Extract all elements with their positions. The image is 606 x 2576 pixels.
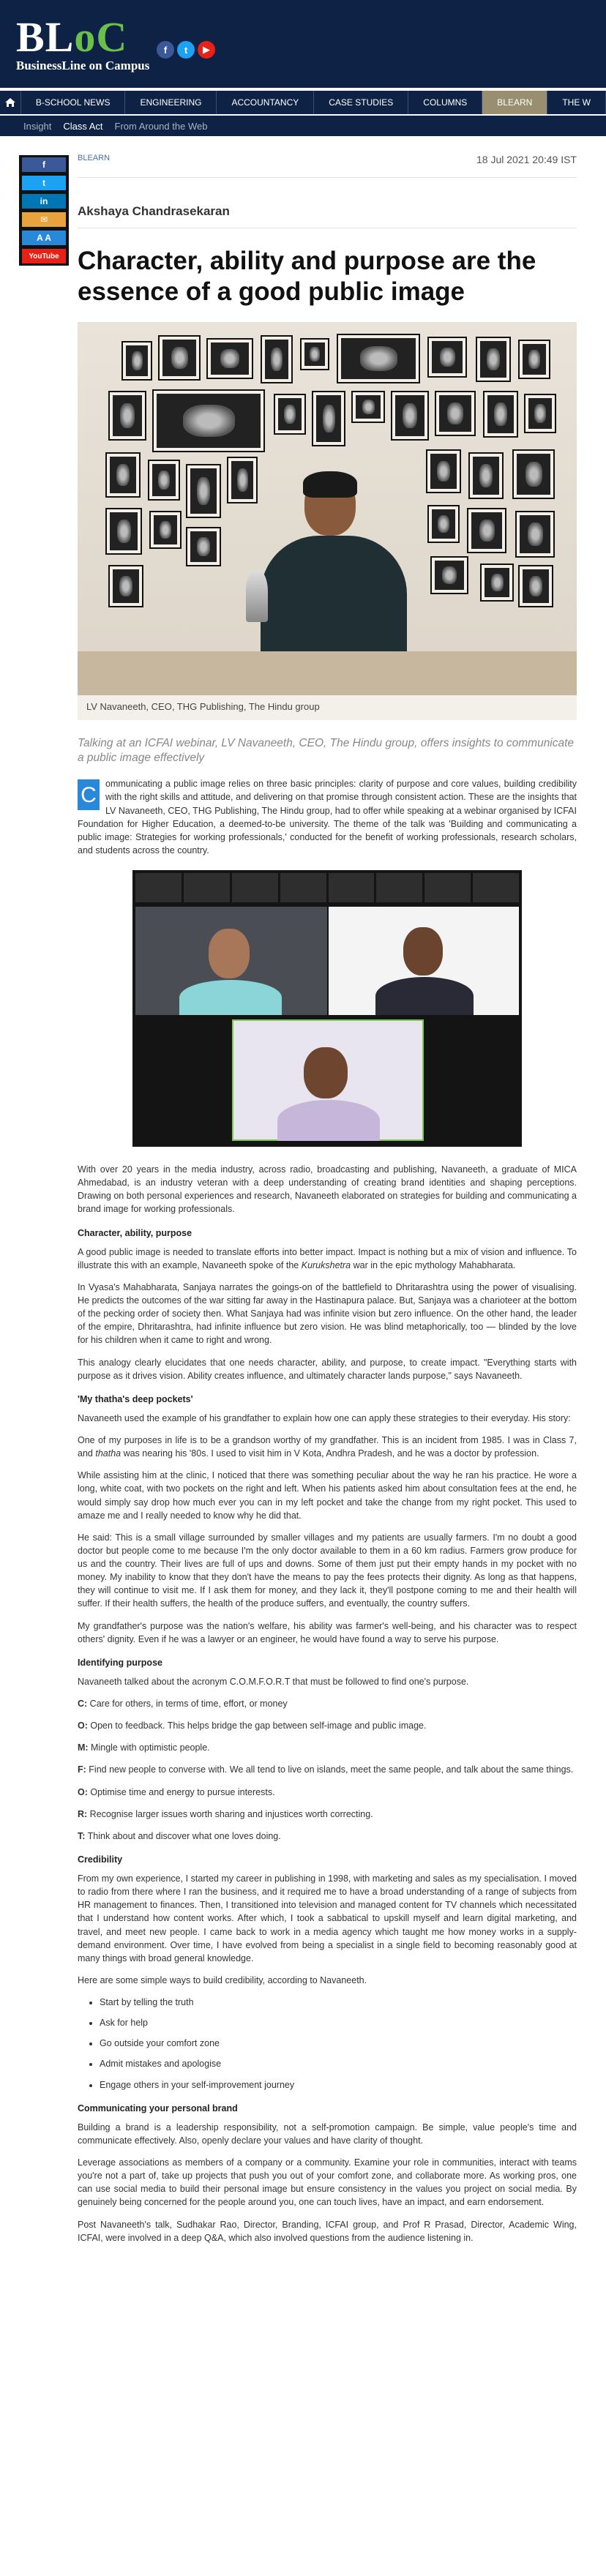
share-email-button[interactable]: ✉ <box>22 212 66 227</box>
nav-item-blearn[interactable]: BLEARN <box>482 91 548 114</box>
paragraph: Post Navaneeth's talk, Sudhakar Rao, Dir… <box>78 2219 577 2243</box>
paragraph: In Vyasa's Mahabharata, Sanjaya narrates… <box>78 1281 577 1346</box>
paragraph: While assisting him at the clinic, I not… <box>78 1470 577 1521</box>
paragraph: He said: This is a small village surroun… <box>78 1532 577 1609</box>
article-category[interactable]: BLEARN <box>78 154 110 165</box>
article-standfirst: Talking at an ICFAI webinar, LV Navaneet… <box>78 737 575 765</box>
comfort-item: O: Optimise time and energy to pursue in… <box>78 1786 275 1797</box>
credibility-list: Start by telling the truth Ask for help … <box>100 1996 577 2092</box>
portrait-person <box>246 471 422 651</box>
paragraph: My grandfather's purpose was the nation'… <box>78 1620 577 1644</box>
comfort-item: M: Mingle with optimistic people. <box>78 1742 210 1753</box>
hero-image <box>78 322 577 695</box>
nav-item-b-school-news[interactable]: B-SCHOOL NEWS <box>21 91 126 114</box>
article-body: With over 20 years in the media industry… <box>78 1163 577 2244</box>
webinar-tile-navaneeth <box>135 907 327 1016</box>
subnav-class-act[interactable]: Class Act <box>63 121 102 132</box>
paragraph: A good public image is needed to transla… <box>78 1246 577 1270</box>
nav-item-columns[interactable]: COLUMNS <box>408 91 483 114</box>
webinar-tile-speaker-3 <box>232 1019 424 1142</box>
list-item: Go outside your comfort zone <box>100 2037 577 2050</box>
share-bar: f t in ✉ A A YouTube <box>19 155 69 266</box>
list-item: Engage others in your self-improvement j… <box>100 2078 577 2092</box>
webinar-tile-speaker-2 <box>329 907 519 1016</box>
share-facebook-button[interactable]: f <box>22 157 66 172</box>
paragraph: Leverage associations as members of a co… <box>78 2157 577 2208</box>
comfort-item: T: Think about and discover what one lov… <box>78 1830 281 1841</box>
header-social-links: f t ▶ <box>157 41 215 59</box>
youtube-icon[interactable]: ▶ <box>198 41 215 59</box>
nav-item-case-studies[interactable]: CASE STUDIES <box>314 91 409 114</box>
article-meta: BLEARN 18 Jul 2021 20:49 IST <box>78 154 577 178</box>
share-twitter-button[interactable]: t <box>22 176 66 190</box>
image-caption: LV Navaneeth, CEO, THG Publishing, The H… <box>78 695 577 720</box>
paragraph: Here are some simple ways to build credi… <box>78 1974 367 1985</box>
subheading: Identifying purpose <box>78 1657 162 1668</box>
trophy <box>246 571 268 622</box>
font-size-button[interactable]: A A <box>22 231 66 245</box>
subheading: 'My thatha's deep pockets' <box>78 1393 193 1404</box>
logo-main-2: oC <box>74 13 128 61</box>
main-nav: B-SCHOOL NEWS ENGINEERING ACCOUNTANCY CA… <box>0 91 606 114</box>
logo-main-1: BL <box>16 13 75 61</box>
logo-subtitle: BusinessLine on Campus <box>16 59 150 72</box>
sub-nav: Insight Class Act From Around the Web <box>0 116 606 136</box>
subnav-insight[interactable]: Insight <box>23 121 51 132</box>
webinar-screenshot <box>132 870 522 1147</box>
facebook-icon[interactable]: f <box>157 41 174 59</box>
site-logo[interactable]: BLoC BusinessLine on Campus <box>16 16 149 73</box>
webinar-thumbnail-strip <box>135 873 519 903</box>
home-icon[interactable] <box>0 91 21 114</box>
article-date: 18 Jul 2021 20:49 IST <box>476 154 577 165</box>
site-header: BLoC BusinessLine on Campus f t ▶ <box>0 0 606 88</box>
drop-cap: C <box>78 779 100 811</box>
nav-item-the-w[interactable]: THE W <box>547 91 606 114</box>
subheading: Communicating your personal brand <box>78 2103 238 2113</box>
twitter-icon[interactable]: t <box>177 41 195 59</box>
share-youtube-button[interactable]: YouTube <box>22 249 66 263</box>
comfort-item: R: Recognise larger issues worth sharing… <box>78 1808 373 1819</box>
comfort-item: O: Open to feedback. This helps bridge t… <box>78 1721 427 1731</box>
list-item: Start by telling the truth <box>100 1996 577 2009</box>
paragraph: Building a brand is a leadership respons… <box>78 2122 577 2146</box>
paragraph: Navaneeth talked about the acronym C.O.M… <box>78 1676 469 1687</box>
list-item: Ask for help <box>100 2016 577 2029</box>
comfort-item: F: Find new people to converse with. We … <box>78 1764 574 1775</box>
paragraph: This analogy clearly elucidates that one… <box>78 1357 577 1381</box>
article-title: Character, ability and purpose are the e… <box>78 247 536 306</box>
article-author[interactable]: Akshaya Chandrasekaran <box>78 204 577 228</box>
article-lead: Communicating a public image relies on t… <box>78 777 577 857</box>
article: BLEARN 18 Jul 2021 20:49 IST Akshaya Cha… <box>78 154 577 2253</box>
nav-item-engineering[interactable]: ENGINEERING <box>125 91 217 114</box>
paragraph: One of my purposes in life is to be a gr… <box>78 1435 577 1459</box>
lead-text: ommunicating a public image relies on th… <box>78 779 577 855</box>
paragraph: Navaneeth used the example of his grandf… <box>78 1412 571 1423</box>
subnav-from-around-the-web[interactable]: From Around the Web <box>115 121 208 132</box>
nav-item-accountancy[interactable]: ACCOUNTANCY <box>217 91 315 114</box>
list-item: Admit mistakes and apologise <box>100 2057 577 2070</box>
paragraph: From my own experience, I started my car… <box>78 1873 577 1963</box>
share-linkedin-button[interactable]: in <box>22 194 66 209</box>
comfort-item: C: Care for others, in terms of time, ef… <box>78 1699 288 1710</box>
subheading: Credibility <box>78 1854 123 1865</box>
paragraph: With over 20 years in the media industry… <box>78 1164 577 1215</box>
subheading: Character, ability, purpose <box>78 1227 192 1238</box>
